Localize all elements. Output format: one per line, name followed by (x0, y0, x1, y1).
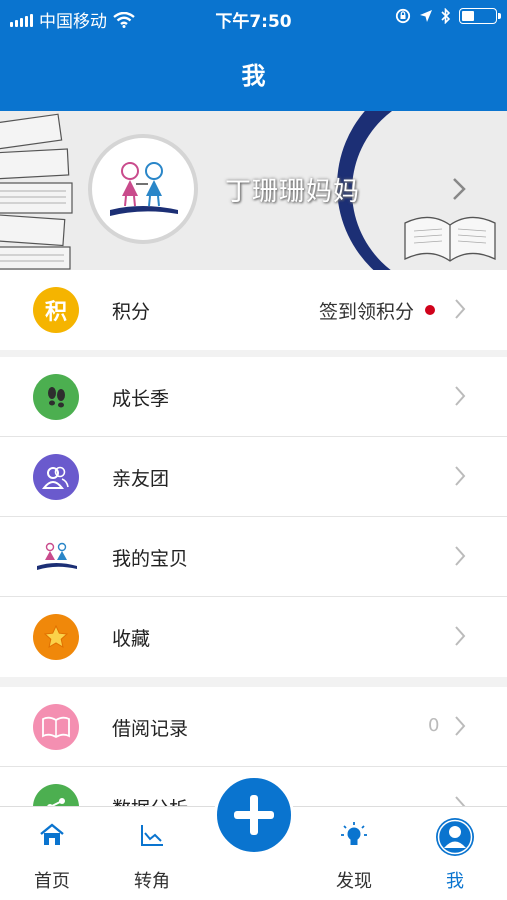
menu-item-label: 借阅记录 (112, 718, 189, 740)
add-button[interactable] (214, 775, 294, 855)
status-bar: 中国移动 下午7:50 (0, 0, 507, 36)
rotation-lock-icon (395, 8, 411, 24)
chevron-right-icon (453, 178, 466, 200)
menu-item-label: 成长季 (112, 388, 170, 410)
children-logo-icon (33, 534, 79, 580)
tab-label: 我 (446, 871, 464, 892)
chevron-right-icon (455, 546, 466, 566)
battery-icon (459, 8, 501, 24)
chevron-right-icon (455, 299, 466, 319)
open-book-illustration-right (404, 216, 496, 262)
points-label: 积分 (112, 301, 151, 323)
menu-item-label: 亲友团 (112, 468, 170, 490)
plus-icon (234, 795, 274, 835)
menu-item-favorites[interactable]: 收藏 (0, 597, 507, 677)
profile-name: 丁珊珊妈妈 (225, 177, 361, 207)
trend-chart-icon (141, 825, 163, 846)
top-bar: 中国移动 下午7:50 我 (0, 0, 507, 111)
home-icon (40, 823, 64, 845)
tab-home[interactable]: 首页 (12, 807, 92, 900)
star-icon (33, 614, 79, 660)
tab-label: 首页 (34, 871, 70, 892)
menu-item-label: 我的宝贝 (112, 548, 189, 570)
children-logo-icon (110, 162, 178, 216)
footprints-icon (33, 374, 79, 420)
chevron-right-icon (455, 716, 466, 736)
menu-item-borrow-records[interactable]: 借阅记录 0 (0, 687, 507, 767)
chevron-right-icon (455, 466, 466, 486)
profile-page: 中国移动 下午7:50 我 丁珊珊妈妈 积 积分 签到领积分 成长季 亲友团 我… (0, 0, 507, 900)
chevron-right-icon (455, 626, 466, 646)
points-row[interactable]: 积 积分 签到领积分 (0, 270, 507, 350)
share-chart-icon (33, 784, 79, 807)
people-icon (33, 454, 79, 500)
bluetooth-icon (441, 8, 451, 24)
tab-me[interactable]: 我 (415, 807, 495, 900)
menu-item-my-baby[interactable]: 我的宝贝 (0, 517, 507, 597)
tab-discover[interactable]: 发现 (314, 807, 394, 900)
profile-banner[interactable]: 丁珊珊妈妈 (0, 111, 507, 270)
page-title: 我 (241, 62, 266, 90)
avatar[interactable] (88, 134, 198, 244)
lightbulb-icon (341, 822, 367, 845)
menu-item-growth-season[interactable]: 成长季 (0, 357, 507, 437)
chevron-right-icon (455, 386, 466, 406)
user-avatar-icon (436, 818, 474, 856)
menu-item-label: 收藏 (112, 628, 151, 650)
tab-label: 发现 (336, 871, 372, 892)
check-in-points-label: 签到领积分 (318, 301, 414, 323)
open-book-icon (33, 704, 79, 750)
points-coin-icon: 积 (33, 287, 79, 333)
notification-dot (425, 305, 435, 315)
tab-label: 转角 (134, 871, 170, 892)
borrow-count: 0 (428, 715, 440, 736)
location-icon (420, 10, 432, 22)
books-illustration-left (0, 113, 73, 270)
tab-corner[interactable]: 转角 (112, 807, 192, 900)
menu-item-friends-group[interactable]: 亲友团 (0, 437, 507, 517)
